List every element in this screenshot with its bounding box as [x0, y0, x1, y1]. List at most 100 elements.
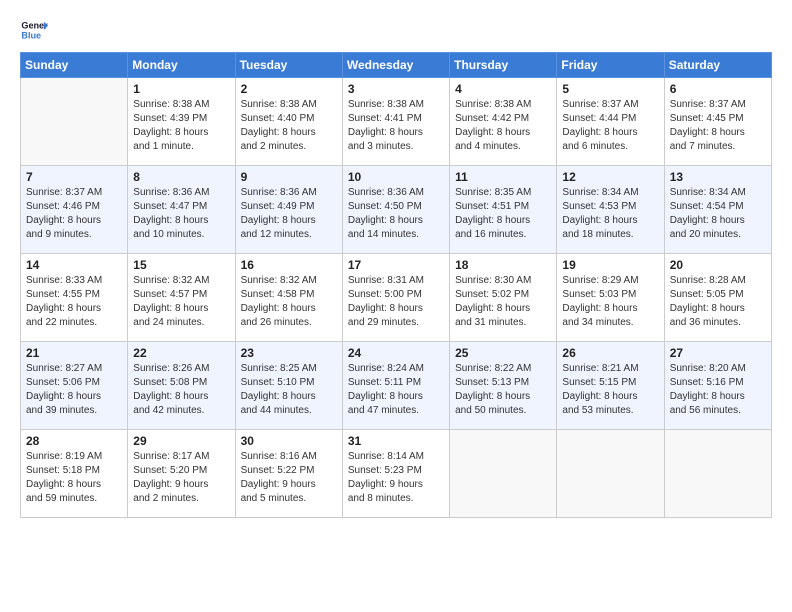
- day-cell: 29Sunrise: 8:17 AM Sunset: 5:20 PM Dayli…: [128, 430, 235, 518]
- day-number: 19: [562, 258, 658, 272]
- day-cell: 9 Sunrise: 8:36 AM Sunset: 4:49 PM Daylig…: [235, 166, 342, 254]
- day-cell: 4 Sunrise: 8:38 AM Sunset: 4:42 PM Daylig…: [450, 78, 557, 166]
- day-cell: 27 Sunrise: 8:20 AM Sunset: 5:16 PM Dayli…: [664, 342, 771, 430]
- day-info: Sunrise: 8:30 AM Sunset: 5:02 PM Dayligh…: [455, 274, 551, 330]
- day-number: 23: [241, 346, 337, 360]
- header-cell-saturday: Saturday: [664, 53, 771, 78]
- day-info: Sunrise: 8:25 AM Sunset: 5:10 PM Dayligh…: [241, 362, 337, 418]
- day-cell: 26 Sunrise: 8:21 AM Sunset: 5:15 PM Dayli…: [557, 342, 664, 430]
- header-cell-monday: Monday: [128, 53, 235, 78]
- day-cell: 6 Sunrise: 8:37 AM Sunset: 4:45 PM Daylig…: [664, 78, 771, 166]
- header-cell-wednesday: Wednesday: [342, 53, 449, 78]
- day-number: 7: [26, 170, 122, 184]
- week-row-4: 21 Sunrise: 8:27 AM Sunset: 5:06 PM Dayli…: [21, 342, 772, 430]
- day-info: Sunrise: 8:34 AM Sunset: 4:53 PM Dayligh…: [562, 186, 658, 242]
- day-info: Sunrise: 8:38 AM Sunset: 4:39 PM Dayligh…: [133, 98, 229, 154]
- week-row-1: 1 Sunrise: 8:38 AM Sunset: 4:39 PM Daylig…: [21, 78, 772, 166]
- day-info: Sunrise: 8:28 AM Sunset: 5:05 PM Dayligh…: [670, 274, 766, 330]
- day-info: Sunrise: 8:16 AM Sunset: 5:22 PM Dayligh…: [241, 450, 337, 506]
- day-cell: 15Sunrise: 8:32 AM Sunset: 4:57 PM Dayli…: [128, 254, 235, 342]
- day-cell: 14Sunrise: 8:33 AM Sunset: 4:55 PM Dayli…: [21, 254, 128, 342]
- day-cell: 17 Sunrise: 8:31 AM Sunset: 5:00 PM Dayli…: [342, 254, 449, 342]
- day-number: 13: [670, 170, 766, 184]
- day-info: Sunrise: 8:35 AM Sunset: 4:51 PM Dayligh…: [455, 186, 551, 242]
- week-row-3: 14Sunrise: 8:33 AM Sunset: 4:55 PM Dayli…: [21, 254, 772, 342]
- header-cell-sunday: Sunday: [21, 53, 128, 78]
- day-info: Sunrise: 8:34 AM Sunset: 4:54 PM Dayligh…: [670, 186, 766, 242]
- day-cell: [21, 78, 128, 166]
- day-number: 1: [133, 82, 229, 96]
- day-number: 31: [348, 434, 444, 448]
- day-cell: 7 Sunrise: 8:37 AM Sunset: 4:46 PM Daylig…: [21, 166, 128, 254]
- day-number: 4: [455, 82, 551, 96]
- day-number: 20: [670, 258, 766, 272]
- day-info: Sunrise: 8:26 AM Sunset: 5:08 PM Dayligh…: [133, 362, 229, 418]
- day-cell: 30 Sunrise: 8:16 AM Sunset: 5:22 PM Dayli…: [235, 430, 342, 518]
- day-cell: 23 Sunrise: 8:25 AM Sunset: 5:10 PM Dayli…: [235, 342, 342, 430]
- day-info: Sunrise: 8:38 AM Sunset: 4:40 PM Dayligh…: [241, 98, 337, 154]
- day-number: 26: [562, 346, 658, 360]
- day-cell: 18 Sunrise: 8:30 AM Sunset: 5:02 PM Dayli…: [450, 254, 557, 342]
- day-info: Sunrise: 8:36 AM Sunset: 4:49 PM Dayligh…: [241, 186, 337, 242]
- day-cell: 25Sunrise: 8:22 AM Sunset: 5:13 PM Dayli…: [450, 342, 557, 430]
- day-number: 22: [133, 346, 229, 360]
- logo: General Blue: [20, 16, 52, 44]
- day-cell: 22 Sunrise: 8:26 AM Sunset: 5:08 PM Dayli…: [128, 342, 235, 430]
- day-info: Sunrise: 8:20 AM Sunset: 5:16 PM Dayligh…: [670, 362, 766, 418]
- day-number: 29: [133, 434, 229, 448]
- header-cell-tuesday: Tuesday: [235, 53, 342, 78]
- day-cell: [664, 430, 771, 518]
- day-cell: 21 Sunrise: 8:27 AM Sunset: 5:06 PM Dayli…: [21, 342, 128, 430]
- day-cell: 20 Sunrise: 8:28 AM Sunset: 5:05 PM Dayli…: [664, 254, 771, 342]
- day-info: Sunrise: 8:37 AM Sunset: 4:45 PM Dayligh…: [670, 98, 766, 154]
- day-number: 9: [241, 170, 337, 184]
- day-number: 18: [455, 258, 551, 272]
- day-info: Sunrise: 8:27 AM Sunset: 5:06 PM Dayligh…: [26, 362, 122, 418]
- day-info: Sunrise: 8:32 AM Sunset: 4:57 PM Dayligh…: [133, 274, 229, 330]
- day-info: Sunrise: 8:31 AM Sunset: 5:00 PM Dayligh…: [348, 274, 444, 330]
- day-number: 27: [670, 346, 766, 360]
- day-info: Sunrise: 8:19 AM Sunset: 5:18 PM Dayligh…: [26, 450, 122, 506]
- day-number: 17: [348, 258, 444, 272]
- day-cell: 19 Sunrise: 8:29 AM Sunset: 5:03 PM Dayli…: [557, 254, 664, 342]
- day-info: Sunrise: 8:29 AM Sunset: 5:03 PM Dayligh…: [562, 274, 658, 330]
- day-number: 12: [562, 170, 658, 184]
- day-info: Sunrise: 8:33 AM Sunset: 4:55 PM Dayligh…: [26, 274, 122, 330]
- day-info: Sunrise: 8:38 AM Sunset: 4:42 PM Dayligh…: [455, 98, 551, 154]
- day-number: 10: [348, 170, 444, 184]
- week-row-2: 7 Sunrise: 8:37 AM Sunset: 4:46 PM Daylig…: [21, 166, 772, 254]
- svg-text:Blue: Blue: [21, 30, 41, 40]
- day-cell: 13 Sunrise: 8:34 AM Sunset: 4:54 PM Dayli…: [664, 166, 771, 254]
- day-info: Sunrise: 8:37 AM Sunset: 4:46 PM Dayligh…: [26, 186, 122, 242]
- day-number: 16: [241, 258, 337, 272]
- day-info: Sunrise: 8:32 AM Sunset: 4:58 PM Dayligh…: [241, 274, 337, 330]
- day-cell: 16 Sunrise: 8:32 AM Sunset: 4:58 PM Dayli…: [235, 254, 342, 342]
- day-cell: 12 Sunrise: 8:34 AM Sunset: 4:53 PM Dayli…: [557, 166, 664, 254]
- day-number: 28: [26, 434, 122, 448]
- day-info: Sunrise: 8:38 AM Sunset: 4:41 PM Dayligh…: [348, 98, 444, 154]
- day-cell: 24Sunrise: 8:24 AM Sunset: 5:11 PM Dayli…: [342, 342, 449, 430]
- day-cell: 5Sunrise: 8:37 AM Sunset: 4:44 PM Daylig…: [557, 78, 664, 166]
- day-cell: 31 Sunrise: 8:14 AM Sunset: 5:23 PM Dayli…: [342, 430, 449, 518]
- day-info: Sunrise: 8:14 AM Sunset: 5:23 PM Dayligh…: [348, 450, 444, 506]
- day-number: 24: [348, 346, 444, 360]
- day-number: 30: [241, 434, 337, 448]
- day-cell: 11Sunrise: 8:35 AM Sunset: 4:51 PM Dayli…: [450, 166, 557, 254]
- header-cell-thursday: Thursday: [450, 53, 557, 78]
- day-cell: [450, 430, 557, 518]
- day-number: 21: [26, 346, 122, 360]
- day-number: 2: [241, 82, 337, 96]
- header: General Blue: [20, 16, 772, 44]
- day-cell: 2 Sunrise: 8:38 AM Sunset: 4:40 PM Daylig…: [235, 78, 342, 166]
- day-cell: [557, 430, 664, 518]
- day-cell: 3 Sunrise: 8:38 AM Sunset: 4:41 PM Daylig…: [342, 78, 449, 166]
- day-number: 8: [133, 170, 229, 184]
- day-number: 3: [348, 82, 444, 96]
- header-cell-friday: Friday: [557, 53, 664, 78]
- day-info: Sunrise: 8:36 AM Sunset: 4:47 PM Dayligh…: [133, 186, 229, 242]
- day-cell: 10Sunrise: 8:36 AM Sunset: 4:50 PM Dayli…: [342, 166, 449, 254]
- day-info: Sunrise: 8:37 AM Sunset: 4:44 PM Dayligh…: [562, 98, 658, 154]
- day-number: 6: [670, 82, 766, 96]
- day-info: Sunrise: 8:22 AM Sunset: 5:13 PM Dayligh…: [455, 362, 551, 418]
- day-info: Sunrise: 8:21 AM Sunset: 5:15 PM Dayligh…: [562, 362, 658, 418]
